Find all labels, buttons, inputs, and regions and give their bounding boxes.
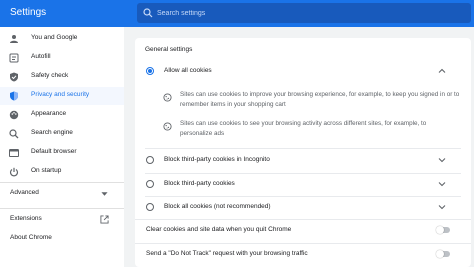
search-icon xyxy=(9,129,19,139)
section-title: General settings xyxy=(145,46,193,53)
search-box[interactable] xyxy=(137,3,471,23)
option-label: Block third-party cookies in Incognito xyxy=(164,156,270,163)
autofill-icon xyxy=(9,53,19,63)
advanced-label: Advanced xyxy=(10,189,39,196)
sidebar-item-advanced[interactable]: Advanced xyxy=(0,185,124,203)
sidebar-item-label: Autofill xyxy=(31,53,51,60)
sidebar-item-label: Safety check xyxy=(31,72,69,79)
option-allow-all-cookies[interactable]: Allow all cookies xyxy=(135,61,471,81)
option-block-third-party-incognito[interactable]: Block third-party cookies in Incognito xyxy=(135,150,471,170)
sidebar-item-autofill[interactable]: Autofill xyxy=(0,49,124,67)
sidebar-item-label: You and Google xyxy=(31,34,78,41)
chevron-down-icon[interactable] xyxy=(438,203,446,211)
sidebar-item-appearance[interactable]: Appearance xyxy=(0,106,124,124)
option-label: Block all cookies (not recommended) xyxy=(164,203,271,210)
person-icon xyxy=(10,35,18,43)
sidebar-item-label: On startup xyxy=(31,167,62,174)
shield-icon xyxy=(10,91,18,101)
sidebar-item-default-browser[interactable]: Default browser xyxy=(0,144,124,162)
sidebar-item-extensions[interactable]: Extensions xyxy=(0,211,124,229)
about-chrome-label: About Chrome xyxy=(10,234,52,241)
toggle-label: Clear cookies and site data when you qui… xyxy=(146,226,292,233)
sidebar-item-privacy-and-security[interactable]: Privacy and security xyxy=(0,87,124,105)
sidebar-item-search-engine[interactable]: Search engine xyxy=(0,125,124,143)
toggle-switch[interactable] xyxy=(436,226,450,234)
search-icon xyxy=(143,8,153,18)
sidebar: You and Google Autofill Safety check Pri… xyxy=(0,27,124,267)
chevron-down-icon[interactable] xyxy=(438,156,446,164)
chevron-up-icon[interactable] xyxy=(438,67,446,75)
sidebar-item-label: Search engine xyxy=(31,129,73,136)
cookie-icon xyxy=(163,122,172,131)
sidebar-divider xyxy=(0,208,124,209)
toggle-do-not-track[interactable]: Send a "Do Not Track" request with your … xyxy=(135,244,471,264)
top-bar: Settings xyxy=(0,0,474,27)
external-link-icon xyxy=(100,215,109,224)
toggle-clear-on-exit[interactable]: Clear cookies and site data when you qui… xyxy=(135,220,471,240)
sidebar-item-label: Appearance xyxy=(31,110,67,117)
radio-button[interactable] xyxy=(146,180,154,188)
toggle-switch[interactable] xyxy=(436,250,450,258)
cookie-detail: Sites can use cookies to improve your br… xyxy=(135,90,471,112)
shield-check-icon xyxy=(10,72,18,82)
toggle-label: Send a "Do Not Track" request with your … xyxy=(146,250,308,257)
radio-button[interactable] xyxy=(146,67,154,75)
sidebar-divider xyxy=(0,182,124,183)
chevron-down-icon xyxy=(101,192,108,196)
chevron-down-icon[interactable] xyxy=(438,180,446,188)
sidebar-item-label: Privacy and security xyxy=(31,91,90,98)
power-icon xyxy=(9,167,19,177)
search-input[interactable] xyxy=(157,3,457,23)
cookies-settings-card: General settings Allow all cookies Sites… xyxy=(135,38,471,267)
radio-button[interactable] xyxy=(146,156,154,164)
detail-text: Sites can use cookies to improve your br… xyxy=(180,91,460,108)
sidebar-item-on-startup[interactable]: On startup xyxy=(0,163,124,181)
option-block-third-party[interactable]: Block third-party cookies xyxy=(135,174,471,194)
sidebar-item-label: Default browser xyxy=(31,148,77,155)
sidebar-item-about-chrome[interactable]: About Chrome xyxy=(0,230,124,248)
cookie-detail: Sites can use cookies to see your browsi… xyxy=(135,119,471,141)
option-label: Block third-party cookies xyxy=(164,180,235,187)
row-divider xyxy=(145,148,461,149)
cookie-icon xyxy=(163,93,172,102)
option-label: Allow all cookies xyxy=(164,67,212,74)
sidebar-item-you-and-google[interactable]: You and Google xyxy=(0,30,124,48)
browser-icon xyxy=(9,149,19,157)
option-block-all-cookies[interactable]: Block all cookies (not recommended) xyxy=(135,197,471,217)
extensions-label: Extensions xyxy=(10,215,42,222)
radio-button[interactable] xyxy=(146,203,154,211)
page-title: Settings xyxy=(10,7,47,18)
palette-icon xyxy=(9,110,19,120)
detail-text: Sites can use cookies to see your browsi… xyxy=(180,120,427,137)
sidebar-item-safety-check[interactable]: Safety check xyxy=(0,68,124,86)
